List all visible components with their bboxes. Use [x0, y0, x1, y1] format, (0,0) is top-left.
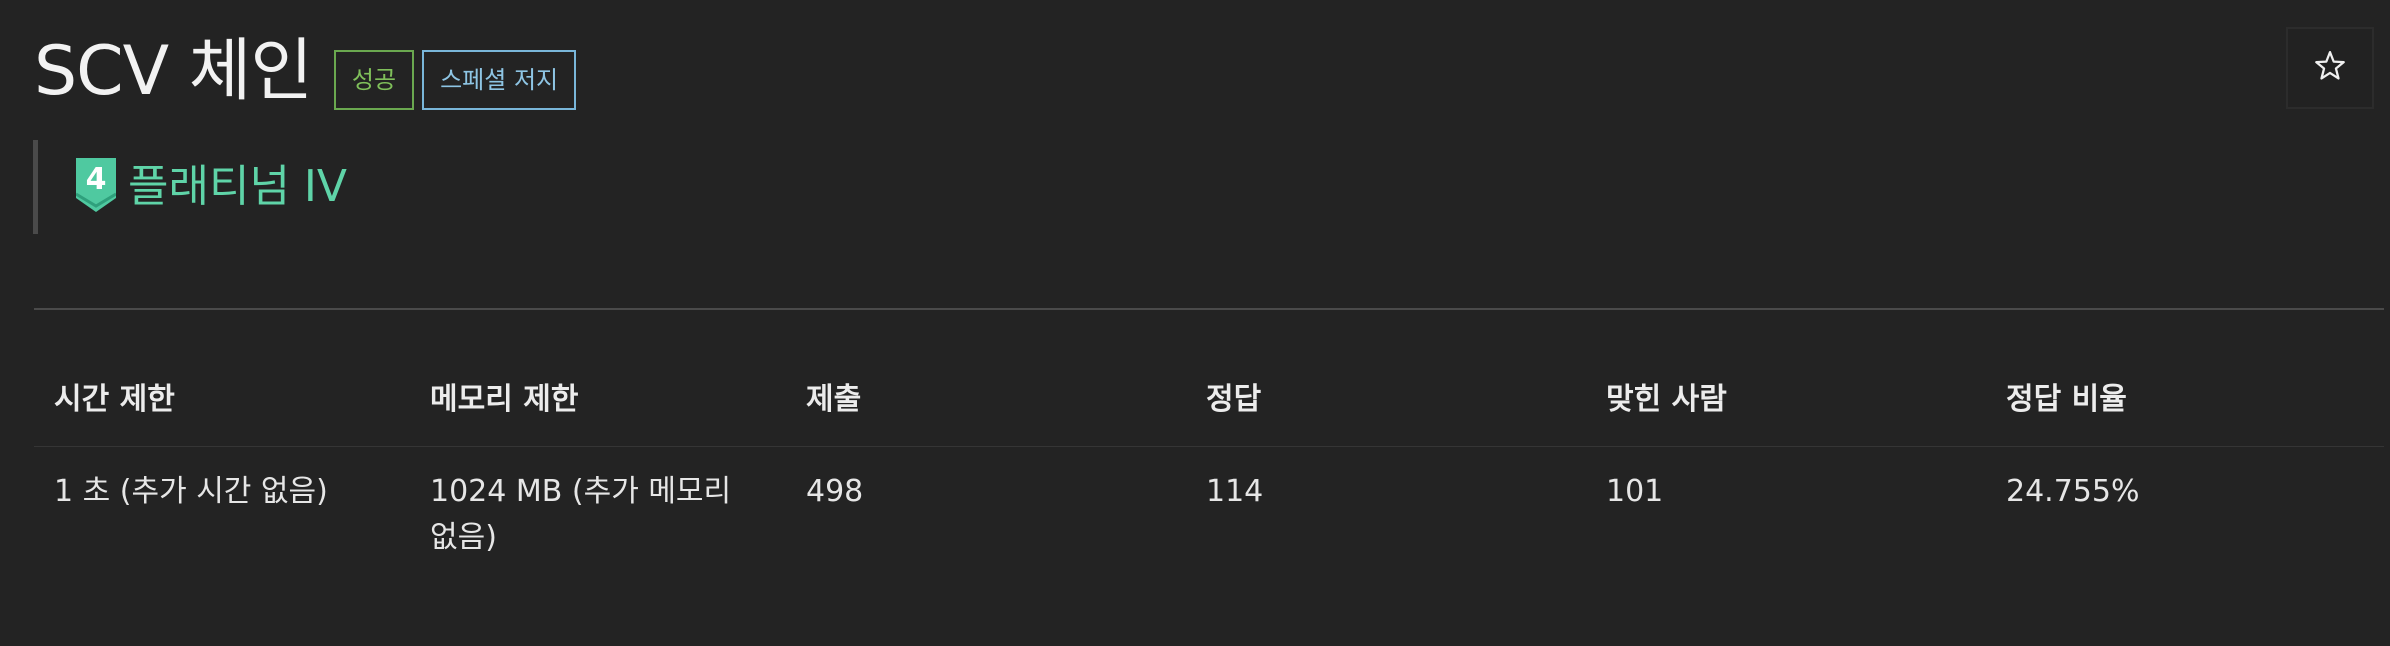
column-header-solvers: 맞힌 사람	[1586, 346, 1986, 447]
solvers-value: 101	[1606, 474, 1664, 509]
accept-ratio-value: 24.755%	[2006, 474, 2140, 509]
column-header-time-limit: 시간 제한	[34, 346, 410, 447]
favorite-button[interactable]	[2286, 27, 2374, 109]
platinum-tier-icon: 4	[75, 158, 117, 216]
column-header-accept-ratio: 정답 비율	[1986, 346, 2384, 447]
table-row: 1 초 (추가 시간 없음) 1024 MB (추가 메모리 없음) 498 1…	[34, 447, 2384, 584]
tier-info: 4 플래티넘 IV	[33, 140, 347, 234]
table-header-row: 시간 제한 메모리 제한 제출 정답 맞힌 사람 정답 비율	[34, 346, 2384, 447]
column-header-accepted: 정답	[1186, 346, 1586, 447]
problem-stats-table: 시간 제한 메모리 제한 제출 정답 맞힌 사람 정답 비율 1 초 (추가 시…	[34, 346, 2384, 583]
time-limit-value: 1 초 (추가 시간 없음)	[54, 474, 328, 509]
divider	[34, 308, 2384, 310]
special-judge-label: 스페셜 저지	[422, 50, 577, 110]
success-label: 성공	[333, 50, 415, 110]
memory-limit-value: 1024 MB (추가 메모리 없음)	[430, 474, 732, 555]
tier-level-number: 4	[86, 162, 107, 197]
star-icon	[2313, 49, 2347, 87]
problem-title: SCV 체인	[34, 32, 313, 111]
accepted-value: 114	[1206, 474, 1264, 509]
tier-name: 플래티넘 IV	[128, 161, 347, 212]
column-header-memory-limit: 메모리 제한	[410, 346, 786, 447]
submissions-value: 498	[806, 474, 864, 509]
problem-header: SCV 체인 성공 스페셜 저지	[34, 32, 577, 112]
column-header-submissions: 제출	[786, 346, 1186, 447]
